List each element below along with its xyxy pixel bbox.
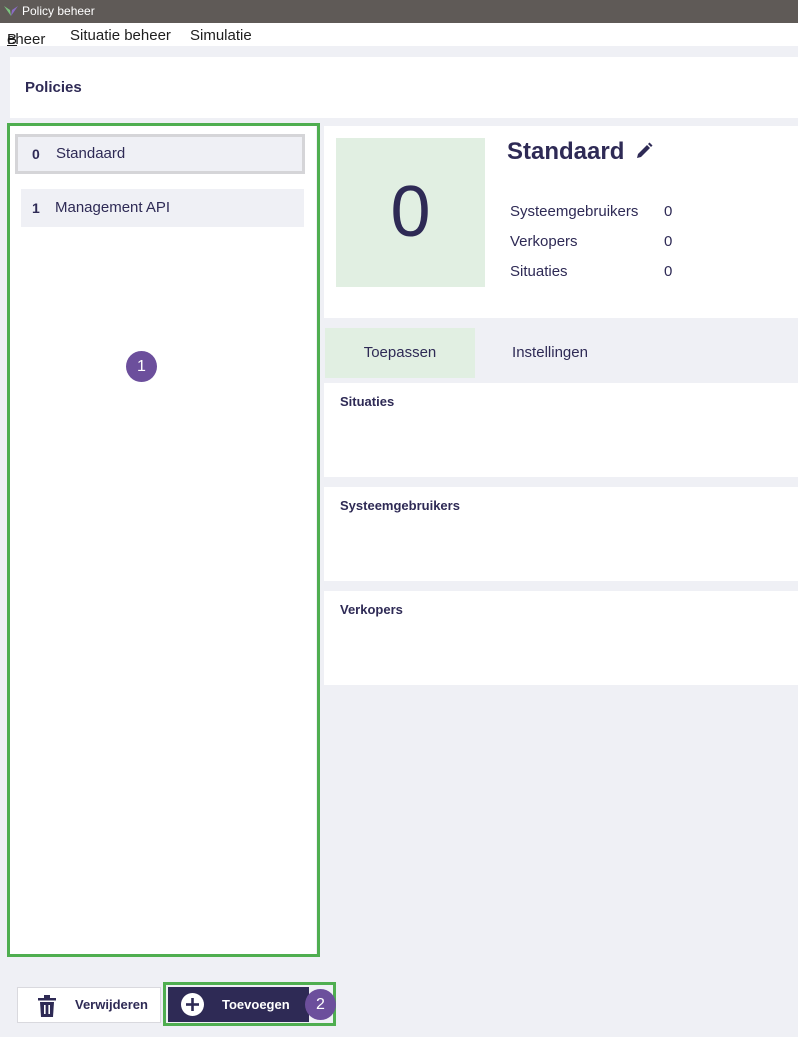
section-situaties: Situaties	[324, 383, 798, 477]
pencil-icon[interactable]	[635, 142, 653, 160]
menu-bar: Beheer Situatie beheer Simulatie	[0, 23, 798, 48]
section-systeemgebruikers: Systeemgebruikers	[324, 487, 798, 581]
menu-simulatie[interactable]: Simulatie	[190, 27, 252, 44]
stat-label-systeemgebruikers: Systeemgebruikers	[510, 203, 639, 220]
window-title: Policy beheer	[22, 4, 95, 18]
page-title: Policies	[25, 79, 82, 96]
menu-beheer-rest: eheer	[7, 31, 46, 48]
stat-label-situaties: Situaties	[510, 263, 568, 280]
stat-value-systeemgebruikers: 0	[664, 203, 673, 220]
section-verkopers: Verkopers	[324, 591, 798, 685]
add-button-label: Toevoegen	[222, 997, 290, 1012]
trash-icon	[38, 995, 56, 1017]
app-logo-icon	[4, 6, 18, 16]
policy-name: Standaard	[56, 145, 126, 162]
window-titlebar: Policy beheer	[0, 0, 798, 23]
delete-button[interactable]: Verwijderen	[17, 987, 161, 1023]
stat-value-verkopers: 0	[664, 233, 673, 250]
plus-circle-icon	[181, 993, 204, 1016]
policy-number: 0	[32, 146, 40, 162]
tab-toepassen[interactable]: Toepassen	[325, 328, 475, 378]
delete-button-label: Verwijderen	[75, 997, 148, 1012]
menu-situatie-beheer[interactable]: Situatie beheer	[70, 27, 171, 44]
section-title: Systeemgebruikers	[340, 498, 460, 513]
policies-header: Policies	[10, 57, 798, 118]
policy-title: Standaard	[507, 138, 625, 165]
tab-instellingen[interactable]: Instellingen	[475, 328, 625, 378]
policy-item-management-api[interactable]: 1 Management API	[21, 189, 304, 227]
annotation-badge-1: 1	[126, 351, 157, 382]
policy-number: 1	[32, 200, 40, 216]
section-title: Situaties	[340, 394, 395, 409]
add-button[interactable]: Toevoegen	[168, 987, 309, 1022]
policy-name: Management API	[55, 199, 171, 216]
stat-value-situaties: 0	[664, 263, 673, 280]
section-title: Verkopers	[340, 602, 403, 617]
stat-label-verkopers: Verkopers	[510, 233, 578, 250]
policy-item-standaard[interactable]: 0 Standaard	[15, 134, 305, 174]
policy-number-tile: 0	[336, 138, 485, 287]
policy-list-panel	[10, 126, 316, 954]
annotation-badge-2: 2	[305, 989, 336, 1020]
